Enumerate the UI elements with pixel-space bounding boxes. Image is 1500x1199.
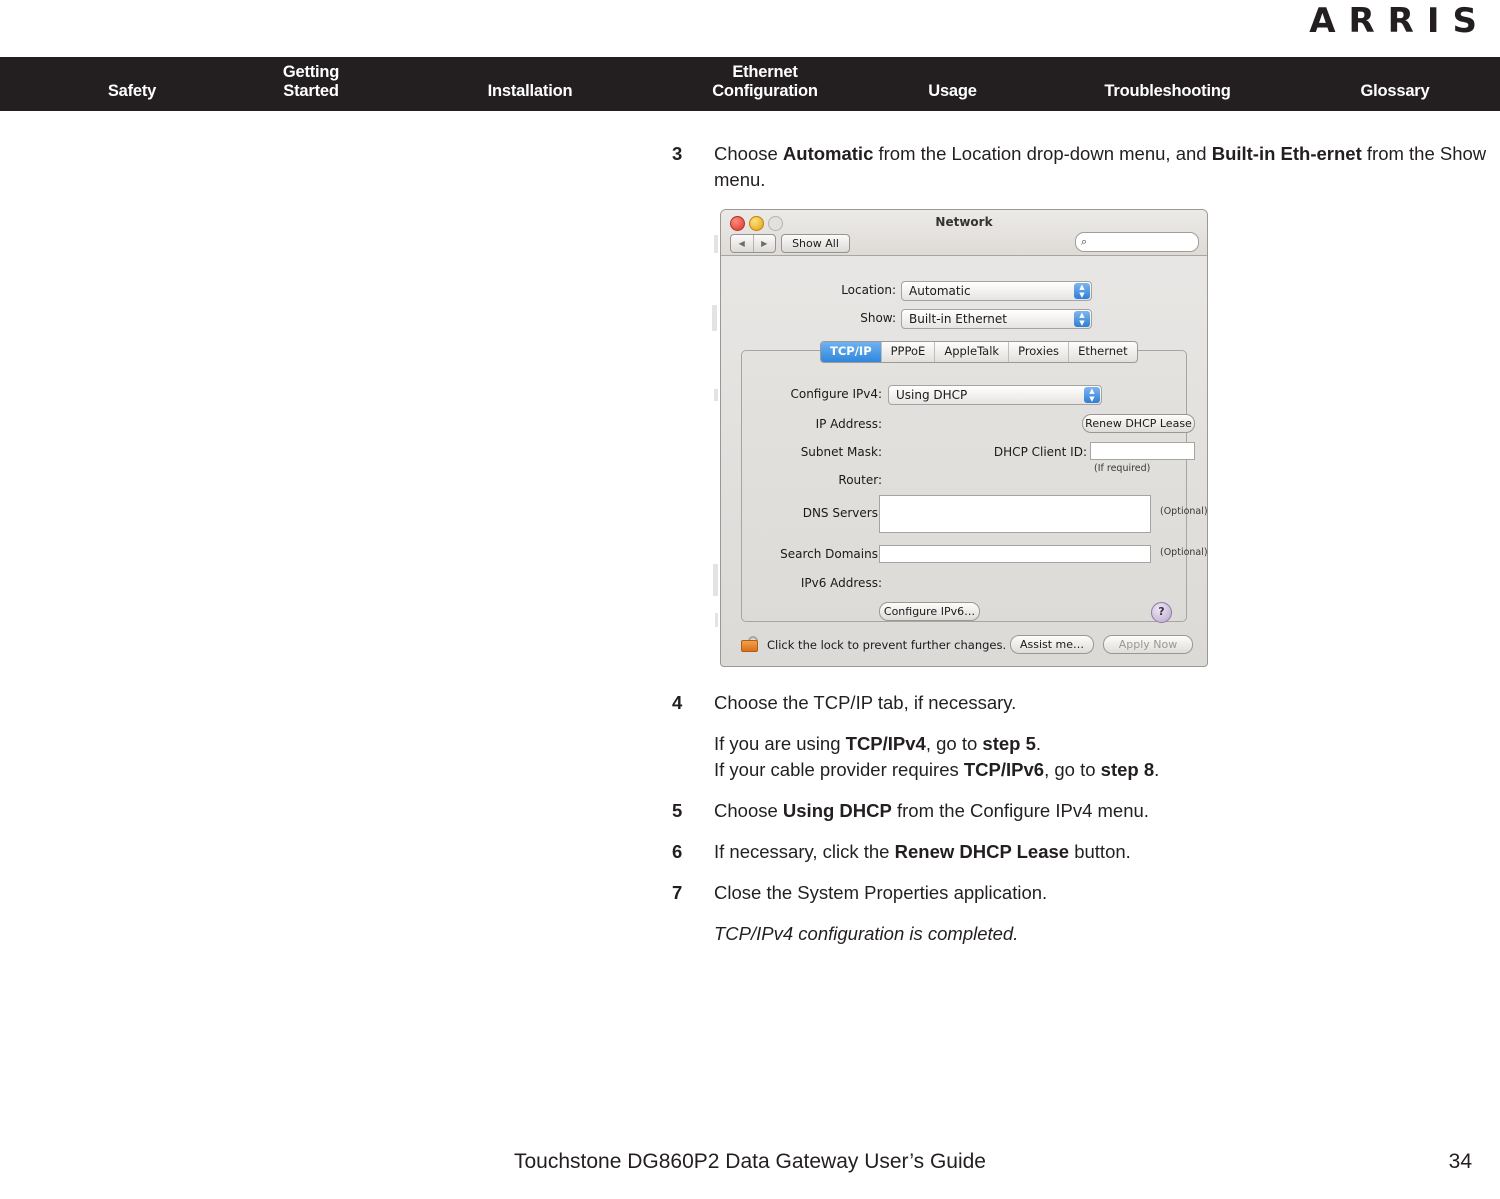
apply-now-button: Apply Now (1103, 635, 1193, 654)
tab-pppoe[interactable]: PPPoE (882, 342, 936, 362)
scan-artifact (713, 564, 718, 596)
dns-servers-input[interactable] (879, 495, 1151, 533)
arris-logo: ARRIS (1309, 1, 1490, 41)
nav-item-safety[interactable]: Safety (42, 82, 222, 101)
footer-page-number: 34 (1448, 1150, 1472, 1173)
configure-ipv4-dropdown[interactable]: Using DHCP ▲ ▼ (888, 385, 1102, 405)
show-dropdown[interactable]: Built-in Ethernet ▲ ▼ (901, 309, 1092, 329)
back-icon[interactable]: ◀ (731, 235, 753, 252)
step-5-text: Choose Using DHCP from the Configure IPv… (714, 800, 1149, 821)
nav-item-glossary[interactable]: Glossary (1300, 82, 1490, 101)
chapter-navigation-bar: Safety Getting Started Installation Ethe… (0, 57, 1500, 111)
step-6-text: If necessary, click the Renew DHCP Lease… (714, 841, 1131, 862)
tcpip-panel: Configure IPv4: Using DHCP ▲ ▼ IP Address… (742, 365, 1207, 623)
assist-me-button[interactable]: Assist me… (1010, 635, 1094, 654)
step-5-number: 5 (672, 800, 683, 821)
nav-item-installation[interactable]: Installation (420, 82, 640, 101)
dhcp-client-id-hint: (If required) (1094, 463, 1151, 474)
dns-servers-label: DNS Servers: (802, 506, 882, 520)
step-6-number: 6 (672, 841, 683, 862)
scan-artifact (712, 305, 717, 331)
tab-group: TCP/IP PPPoE AppleTalk Proxies Ethernet … (741, 341, 1207, 623)
router-label: Router: (838, 473, 882, 487)
network-window: Network ◀ ▶ Show All ⌕ Location: Automat… (720, 209, 1208, 667)
chevron-updown-icon[interactable]: ▲ ▼ (1074, 283, 1090, 299)
step-3: 3 Choose Automatic from the Location dro… (672, 141, 1500, 193)
step-3-text: Choose Automatic from the Location drop-… (714, 143, 1487, 190)
nav-item-ethernet-configuration[interactable]: Ethernet Configuration (640, 63, 890, 101)
scan-artifact (714, 389, 718, 401)
step-7-text: Close the System Properties application. (714, 882, 1048, 903)
location-row: Location: Automatic ▲ ▼ (721, 281, 1207, 301)
lock-open-icon[interactable] (741, 636, 758, 652)
location-label: Location: (841, 283, 896, 297)
step-4-note: If you are using TCP/IPv4, go to step 5.… (714, 733, 1160, 780)
nav-item-getting-started[interactable]: Getting Started (216, 63, 406, 101)
forward-icon[interactable]: ▶ (754, 235, 776, 252)
instruction-body-lower: 4 Choose the TCP/IP tab, if necessary. I… (672, 690, 1500, 962)
step-6: 6 If necessary, click the Renew DHCP Lea… (672, 839, 1500, 865)
network-preferences-screenshot: Network ◀ ▶ Show All ⌕ Location: Automat… (712, 209, 1208, 670)
show-row: Show: Built-in Ethernet ▲ ▼ (721, 309, 1207, 329)
ipv6-address-label: IPv6 Address: (800, 576, 882, 590)
show-all-button[interactable]: Show All (781, 234, 850, 253)
preferences-body: Location: Automatic ▲ ▼ Show: Built-in Et… (721, 256, 1207, 666)
step-4-number: 4 (672, 692, 683, 713)
subnet-mask-label: Subnet Mask: (800, 445, 882, 459)
search-input[interactable]: ⌕ (1075, 232, 1199, 252)
tab-appletalk[interactable]: AppleTalk (935, 342, 1010, 362)
search-domains-input[interactable] (879, 545, 1151, 563)
window-bottom-bar: Click the lock to prevent further change… (721, 616, 1207, 666)
tab-ethernet[interactable]: Ethernet (1069, 342, 1137, 362)
location-value: Automatic (909, 284, 971, 298)
nav-item-troubleshooting[interactable]: Troubleshooting (1030, 82, 1305, 101)
step-4-text: Choose the TCP/IP tab, if necessary. (714, 692, 1017, 713)
lock-instruction-text: Click the lock to prevent further change… (767, 638, 1007, 652)
window-title: Network (935, 215, 993, 229)
footer-document-title: Touchstone DG860P2 Data Gateway User’s G… (514, 1150, 986, 1173)
tab-proxies[interactable]: Proxies (1009, 342, 1070, 362)
step-7: 7 Close the System Properties applicatio… (672, 880, 1500, 906)
nav-item-usage[interactable]: Usage (880, 82, 1025, 101)
step-7-number: 7 (672, 882, 683, 903)
show-value: Built-in Ethernet (909, 312, 1007, 326)
location-dropdown[interactable]: Automatic ▲ ▼ (901, 281, 1092, 301)
step-4: 4 Choose the TCP/IP tab, if necessary. (672, 690, 1500, 716)
step-3-number: 3 (672, 143, 683, 164)
completion-note: TCP/IPv4 configuration is completed. (714, 923, 1019, 944)
configure-ipv4-value: Using DHCP (896, 388, 968, 402)
lock-body (741, 640, 758, 652)
dns-servers-optional-hint: (Optional) (1160, 506, 1208, 517)
back-forward-buttons[interactable]: ◀ ▶ (730, 234, 776, 253)
tab-tcpip[interactable]: TCP/IP (821, 342, 882, 362)
search-icon: ⌕ (1081, 235, 1088, 248)
scan-artifact (714, 235, 718, 253)
step-5: 5 Choose Using DHCP from the Configure I… (672, 798, 1500, 824)
scan-artifact (715, 613, 718, 627)
chevron-updown-icon[interactable]: ▲ ▼ (1074, 311, 1090, 327)
renew-dhcp-lease-button[interactable]: Renew DHCP Lease (1082, 414, 1195, 433)
chevron-updown-icon[interactable]: ▲ ▼ (1084, 387, 1100, 403)
show-label: Show: (860, 311, 896, 325)
dhcp-client-id-label: DHCP Client ID: (993, 445, 1087, 459)
tab-bar: TCP/IP PPPoE AppleTalk Proxies Ethernet (820, 341, 1138, 363)
search-domains-label: Search Domains: (780, 547, 882, 561)
instruction-body: 3 Choose Automatic from the Location dro… (672, 141, 1500, 208)
dhcp-client-id-input[interactable] (1090, 442, 1195, 460)
ip-address-label: IP Address: (815, 417, 882, 431)
window-titlebar: Network ◀ ▶ Show All ⌕ (721, 210, 1207, 256)
search-domains-optional-hint: (Optional) (1160, 547, 1208, 558)
configure-ipv4-label: Configure IPv4: (790, 387, 882, 401)
